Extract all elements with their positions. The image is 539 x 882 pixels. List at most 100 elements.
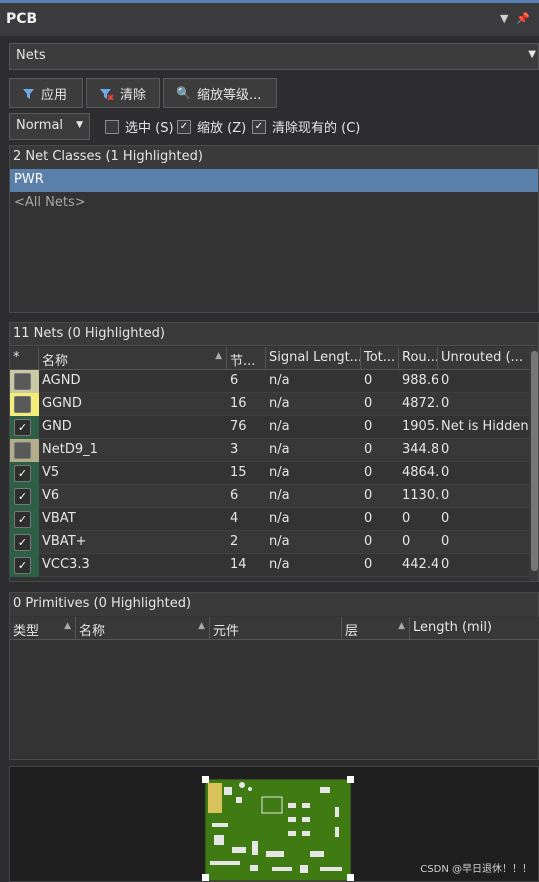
net-cell-name: AGND — [42, 373, 81, 388]
clear-button[interactable]: 清除 — [86, 78, 160, 108]
net-cell-nodes: 2 — [230, 534, 239, 549]
table-row[interactable]: ✓ V6 6 n/a 0 1130. 0 — [10, 485, 532, 508]
net-color-cell — [10, 439, 39, 462]
net-cell-name: VCC3.3 — [42, 557, 90, 572]
table-row[interactable]: ✓ GND 76 n/a 0 1905. Net is Hidden — [10, 416, 532, 439]
primitives-table: 0 Primitives (0 Highlighted) 类型 ▲ 名称 ▲ 元件 … — [9, 592, 539, 760]
column-header-routed[interactable]: Rou... — [399, 347, 438, 370]
panel-titlebar: PCB ▼ 📌 — [0, 0, 539, 36]
net-classes-header: 2 Net Classes (1 Highlighted) — [10, 146, 538, 169]
net-cell-nodes: 6 — [230, 488, 239, 503]
net-cell-routed: 4864. — [402, 465, 438, 480]
primitives-header: 0 Primitives (0 Highlighted) — [10, 593, 538, 616]
clear-existing-checkbox-box[interactable]: ✓ — [252, 119, 266, 134]
column-header-nodes[interactable]: 节... — [227, 347, 266, 370]
table-row[interactable]: AGND 6 n/a 0 988.6 0 — [10, 370, 532, 393]
net-cell-unrouted: 0 — [441, 465, 450, 480]
primitives-column-headers: 类型 ▲ 名称 ▲ 元件 层 ▲ Length (mil) — [10, 617, 539, 640]
pcb-preview[interactable]: CSDN @早日退休！！！ — [9, 766, 539, 882]
net-class-item[interactable]: <All Nets> — [10, 192, 538, 215]
net-classes-list: 2 Net Classes (1 Highlighted) PWR <All N… — [9, 145, 539, 313]
net-cell-unrouted: 0 — [441, 557, 450, 572]
net-cell-unrouted: 0 — [441, 373, 450, 388]
net-cell-routed: 1905. — [402, 419, 438, 434]
column-header-layer[interactable]: 层 ▲ — [342, 617, 410, 640]
net-cell-nodes: 6 — [230, 373, 239, 388]
net-cell-routed: 0 — [402, 534, 411, 549]
net-cell-nodes: 15 — [230, 465, 247, 480]
net-cell-signal: n/a — [269, 511, 290, 526]
net-cell-total: 0 — [364, 557, 373, 572]
watermark-text: CSDN @早日退休！！！ — [420, 864, 532, 875]
net-visibility-checkbox[interactable]: ✓ — [14, 534, 31, 551]
net-visibility-checkbox[interactable] — [14, 396, 31, 413]
sort-up-icon: ▲ — [64, 621, 71, 631]
apply-button[interactable]: 应用 — [9, 78, 83, 108]
table-row[interactable]: ✓ VBAT+ 2 n/a 0 0 0 — [10, 531, 532, 554]
table-row[interactable]: ✓ VBAT 4 n/a 0 0 0 — [10, 508, 532, 531]
magnifier-icon: 🔍 — [176, 86, 191, 100]
net-cell-routed: 344.8 — [402, 442, 438, 457]
column-header-component[interactable]: 元件 — [210, 617, 342, 640]
zoom-level-button[interactable]: 🔍 缩放等级... — [163, 78, 277, 108]
column-header-total[interactable]: Tot... — [361, 347, 399, 370]
net-color-cell: ✓ — [10, 462, 39, 485]
nets-scrollbar[interactable] — [529, 347, 538, 581]
net-visibility-checkbox[interactable]: ✓ — [14, 419, 31, 436]
net-visibility-checkbox[interactable] — [14, 373, 31, 390]
column-header-signal-length[interactable]: Signal Lengt... — [266, 347, 361, 370]
net-cell-signal: n/a — [269, 488, 290, 503]
table-row[interactable]: ✓ VCC3.3 14 n/a 0 442.4 0 — [10, 554, 532, 577]
net-visibility-checkbox[interactable]: ✓ — [14, 557, 31, 574]
net-visibility-checkbox[interactable]: ✓ — [14, 511, 31, 528]
net-cell-nodes: 3 — [230, 442, 239, 457]
net-visibility-checkbox[interactable]: ✓ — [14, 488, 31, 505]
net-cell-name: VBAT — [42, 511, 76, 526]
clear-existing-checkbox[interactable]: ✓ 清除现有的 (C) — [252, 117, 360, 136]
net-color-cell: ✓ — [10, 508, 39, 531]
net-visibility-checkbox[interactable]: ✓ — [14, 465, 31, 482]
nets-scrollbar-thumb[interactable] — [531, 351, 538, 571]
net-color-cell: ✓ — [10, 485, 39, 508]
net-cell-signal: n/a — [269, 419, 290, 434]
net-cell-nodes: 76 — [230, 419, 247, 434]
net-color-cell — [10, 393, 39, 416]
select-checkbox[interactable]: 选中 (S) — [105, 117, 174, 136]
pin-icon[interactable]: 📌 — [516, 12, 530, 25]
net-cell-nodes: 14 — [230, 557, 247, 572]
nets-rows: AGND 6 n/a 0 988.6 0 GGND 16 n/a 0 4872. 0 ✓ GND 76 n/a… — [10, 370, 532, 581]
column-header-name[interactable]: 名称 ▲ — [39, 347, 227, 370]
table-row[interactable]: ✓ V5 15 n/a 0 4864. 0 — [10, 462, 532, 485]
net-cell-name: V5 — [42, 465, 60, 480]
sort-up-icon: ▲ — [198, 621, 205, 631]
select-checkbox-box[interactable] — [105, 119, 119, 134]
net-cell-name: V6 — [42, 488, 60, 503]
column-header-name[interactable]: 名称 ▲ — [76, 617, 210, 640]
column-header-type[interactable]: 类型 ▲ — [10, 617, 76, 640]
net-cell-unrouted: 0 — [441, 442, 450, 457]
net-cell-total: 0 — [364, 442, 373, 457]
column-header-unrouted[interactable]: Unrouted (... — [438, 347, 532, 370]
display-mode-select[interactable]: Normal ▼ — [9, 113, 90, 140]
column-header-length[interactable]: Length (mil) — [410, 617, 539, 640]
table-row[interactable]: NetD9_1 3 n/a 0 344.8 0 — [10, 439, 532, 462]
sort-up-icon: ▲ — [398, 621, 405, 631]
zoom-checkbox-box[interactable]: ✓ — [177, 119, 191, 134]
net-cell-unrouted: 0 — [441, 511, 450, 526]
column-header-star[interactable]: * — [10, 347, 39, 370]
chevron-down-icon: ▼ — [76, 120, 83, 130]
filter-clear-icon — [100, 88, 114, 100]
nets-header: 11 Nets (0 Highlighted) — [10, 323, 538, 346]
table-row[interactable]: GGND 16 n/a 0 4872. 0 — [10, 393, 532, 416]
net-visibility-checkbox[interactable] — [14, 442, 31, 459]
net-cell-name: NetD9_1 — [42, 442, 98, 457]
net-cell-name: VBAT+ — [42, 534, 87, 549]
net-cell-unrouted: 0 — [441, 488, 450, 503]
dropdown-arrow-icon[interactable]: ▼ — [500, 12, 508, 25]
net-color-cell: ✓ — [10, 416, 39, 439]
net-class-item[interactable]: PWR — [10, 169, 538, 192]
net-color-cell: ✓ — [10, 554, 39, 577]
zoom-checkbox[interactable]: ✓ 缩放 (Z) — [177, 117, 246, 136]
net-cell-nodes: 4 — [230, 511, 239, 526]
mode-dropdown[interactable]: Nets ▼ — [9, 43, 539, 70]
